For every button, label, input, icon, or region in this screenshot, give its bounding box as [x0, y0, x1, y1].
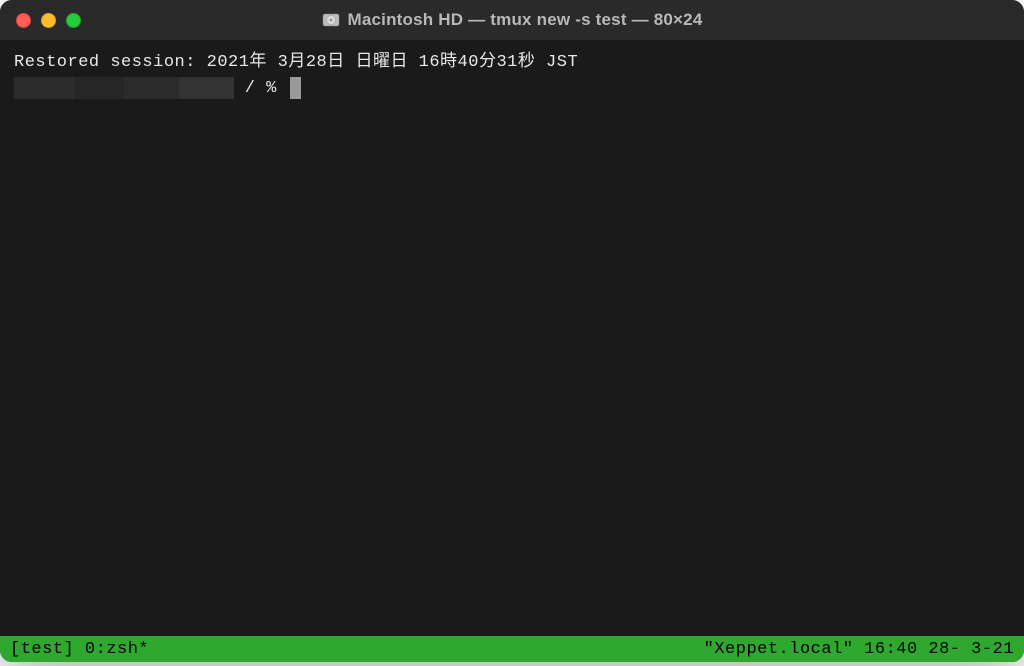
redacted-hostname-segment [124, 77, 179, 99]
status-right: "Xeppet.local" 16:40 28- 3-21 [704, 640, 1014, 659]
disk-icon [322, 11, 340, 29]
title-container: Macintosh HD — tmux new -s test — 80×24 [0, 10, 1024, 30]
window-title: Macintosh HD — tmux new -s test — 80×24 [348, 10, 703, 30]
titlebar[interactable]: Macintosh HD — tmux new -s test — 80×24 [0, 0, 1024, 40]
redacted-hostname-segment [14, 77, 74, 99]
terminal-body[interactable]: Restored session: 2021年 3月28日 日曜日 16時40分… [0, 40, 1024, 636]
prompt-suffix: / % [234, 76, 288, 102]
redacted-hostname-segment [179, 77, 234, 99]
terminal-window: Macintosh HD — tmux new -s test — 80×24 … [0, 0, 1024, 662]
maximize-button[interactable] [66, 13, 81, 28]
tmux-status-bar: [test] 0:zsh* "Xeppet.local" 16:40 28- 3… [0, 636, 1024, 662]
status-left: [test] 0:zsh* [10, 640, 149, 659]
prompt-line: / % [14, 76, 1010, 102]
minimize-button[interactable] [41, 13, 56, 28]
cursor [290, 77, 301, 99]
close-button[interactable] [16, 13, 31, 28]
redacted-hostname-segment [74, 77, 124, 99]
restored-session-line: Restored session: 2021年 3月28日 日曜日 16時40分… [14, 50, 1010, 76]
traffic-lights [16, 13, 81, 28]
